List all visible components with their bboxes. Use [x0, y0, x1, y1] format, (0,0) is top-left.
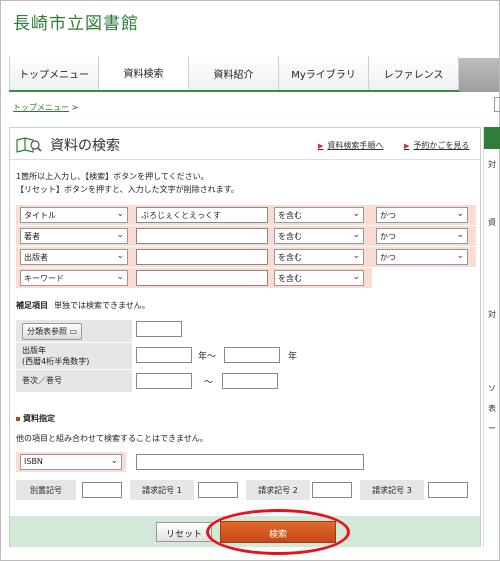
tab-material-intro[interactable]: 資料紹介	[189, 56, 279, 90]
supplement-table: 分類表参照 ▭ 出版年 (西暦4桁半角数字) 年〜 年 巻次／巻号 〜	[16, 320, 372, 393]
chevron-down-icon: ⌄	[456, 230, 464, 240]
pub-year-sublabel: (西暦4桁半角数字)	[22, 357, 90, 366]
search-conditions: タイトル ⌄ ぶろじぇくとえっくす を含む ⌄ かつ ⌄ 著者 ⌄ を含む ⌄ かつ ⌄ 出…	[16, 205, 476, 290]
call-number-1-input[interactable]	[198, 482, 238, 498]
search-panel: 資料の検索 ▶ 資料検索手順へ ▶ 予約かごを見る 1箇所以上入力し、【検索】ボタン…	[9, 127, 481, 547]
operator-select[interactable]: かつ ⌄	[376, 228, 468, 244]
instruction-line-2: 【リセット】ボタンを押すと、入力した文字が削除されます。	[16, 185, 239, 194]
operator-select[interactable]: かつ ⌄	[376, 207, 468, 223]
chevron-down-icon: ⌄	[116, 209, 124, 219]
right-sidebar-char: ソ	[488, 384, 496, 393]
supplement-heading: 補足項目 単独では検索できません。	[16, 301, 150, 310]
volume-from-input[interactable]	[136, 373, 192, 389]
bullet-icon	[16, 416, 20, 421]
right-sidebar-char: 対	[488, 310, 496, 319]
search-procedure-link[interactable]: ▶ 資料検索手順へ	[318, 140, 383, 151]
pub-year-to-input[interactable]	[224, 347, 280, 363]
site-title: 長崎市立図書館	[13, 14, 139, 34]
right-sidebar-char: 対	[488, 160, 496, 169]
breadcrumb-separator: >	[71, 103, 79, 112]
right-sidebar: 対 資 対 ソ 表 ー	[483, 127, 500, 547]
right-sidebar-char: ー	[488, 424, 496, 433]
panel-header: 資料の検索 ▶ 資料検索手順へ ▶ 予約かごを見る	[10, 128, 480, 160]
chevron-down-icon: ⌄	[116, 272, 124, 282]
chevron-down-icon: ⌄	[456, 209, 464, 219]
match-select[interactable]: を含む ⌄	[274, 228, 364, 244]
breadcrumb: トップメニュー >	[13, 102, 78, 113]
panel-title: 資料の検索	[50, 138, 120, 154]
book-search-icon	[16, 137, 42, 153]
material-note: 他の項目と組み合わせて検索することはできません。	[16, 434, 208, 443]
call-number-3-input[interactable]	[428, 482, 468, 498]
supplement-note: 単独では検索できません。	[54, 301, 150, 310]
pub-year-cell: 出版年 (西暦4桁半角数字)	[16, 343, 132, 369]
right-sidebar-header	[484, 127, 500, 149]
condition-row: キーワード ⌄ を含む ⌄	[16, 268, 372, 288]
chevron-down-icon: ⌄	[116, 230, 124, 240]
chevron-down-icon: ⌄	[352, 209, 360, 219]
material-heading: 資料指定	[16, 413, 55, 424]
call-number-2-input[interactable]	[312, 482, 352, 498]
id-type-row: ISBN ⌄	[16, 452, 126, 472]
right-sidebar-char: 資	[488, 218, 496, 227]
isbn-input[interactable]	[136, 454, 364, 470]
pub-year-label: 出版年	[22, 346, 46, 355]
match-select[interactable]: を含む ⌄	[274, 249, 364, 265]
tab-material-search[interactable]: 資料検索	[99, 56, 189, 90]
condition-row: 著者 ⌄ を含む ⌄ かつ ⌄	[16, 226, 476, 246]
classification-cell: 分類表参照 ▭	[16, 320, 132, 342]
side-toggle[interactable]	[494, 97, 500, 112]
tab-top-menu[interactable]: トップメニュー	[9, 56, 99, 90]
id-type-select[interactable]: ISBN ⌄	[20, 454, 122, 470]
pub-year-from-input[interactable]	[136, 347, 192, 363]
volume-to-input[interactable]	[222, 373, 278, 389]
red-arrow-icon: ▶	[318, 142, 324, 150]
chevron-down-icon: ⌄	[352, 272, 360, 282]
condition-row: タイトル ⌄ ぶろじぇくとえっくす を含む ⌄ かつ ⌄	[16, 205, 476, 225]
call-number-3-label: 請求記号 3	[360, 480, 424, 500]
search-procedure-label: 資料検索手順へ	[327, 141, 384, 150]
operator-select[interactable]: かつ ⌄	[376, 249, 468, 265]
condition-row: 出版者 ⌄ を含む ⌄ かつ ⌄	[16, 247, 476, 267]
volume-cell: 巻次／巻号	[16, 370, 132, 392]
chevron-down-icon: ⌄	[352, 251, 360, 261]
call-mark-label: 別置記号	[16, 480, 76, 500]
main-nav: トップメニュー 資料検索 資料紹介 Myライブラリ レファレンス	[9, 56, 499, 92]
match-select[interactable]: を含む ⌄	[274, 270, 364, 286]
popup-icon: ▭	[69, 327, 78, 336]
chevron-down-icon: ⌄	[116, 251, 124, 261]
reservation-cart-label: 予約かごを見る	[413, 141, 470, 150]
match-select[interactable]: を含む ⌄	[274, 207, 364, 223]
field-select[interactable]: タイトル ⌄	[20, 207, 128, 223]
condition-input[interactable]: ぶろじぇくとえっくす	[136, 207, 268, 223]
field-select[interactable]: 出版者 ⌄	[20, 249, 128, 265]
classification-input[interactable]	[136, 321, 182, 337]
condition-input[interactable]	[136, 270, 268, 286]
browser-frame: 長崎市立図書館 トップメニュー 資料検索 資料紹介 Myライブラリ レファレンス…	[0, 0, 500, 561]
call-number-1-label: 請求記号 1	[130, 480, 194, 500]
classification-button[interactable]: 分類表参照 ▭	[22, 323, 83, 340]
condition-input[interactable]	[136, 249, 268, 265]
right-sidebar-char: 表	[488, 404, 496, 413]
tab-my-library[interactable]: Myライブラリ	[279, 56, 369, 90]
chevron-down-icon: ⌄	[352, 230, 360, 240]
condition-input[interactable]	[136, 228, 268, 244]
chevron-down-icon: ⌄	[456, 251, 464, 261]
call-number-2-label: 請求記号 2	[246, 480, 310, 500]
volume-tilde: 〜	[204, 378, 214, 388]
breadcrumb-home-link[interactable]: トップメニュー	[13, 103, 69, 112]
instruction-line-1: 1箇所以上入力し、【検索】ボタンを押してください。	[16, 172, 209, 181]
pub-year-to-unit: 年	[288, 352, 298, 362]
pub-year-from-unit: 年〜	[198, 352, 217, 362]
reset-button[interactable]: リセット	[156, 522, 212, 542]
chevron-down-icon: ⌄	[110, 456, 118, 466]
tab-reference[interactable]: レファレンス	[369, 56, 459, 90]
field-select[interactable]: 著者 ⌄	[20, 228, 128, 244]
separate-mark-input[interactable]	[82, 482, 122, 498]
field-select[interactable]: キーワード ⌄	[20, 270, 128, 286]
nav-filler	[459, 58, 499, 92]
reservation-cart-link[interactable]: ▶ 予約かごを見る	[404, 140, 469, 151]
search-button-highlight	[206, 509, 350, 555]
red-arrow-icon: ▶	[404, 142, 410, 150]
